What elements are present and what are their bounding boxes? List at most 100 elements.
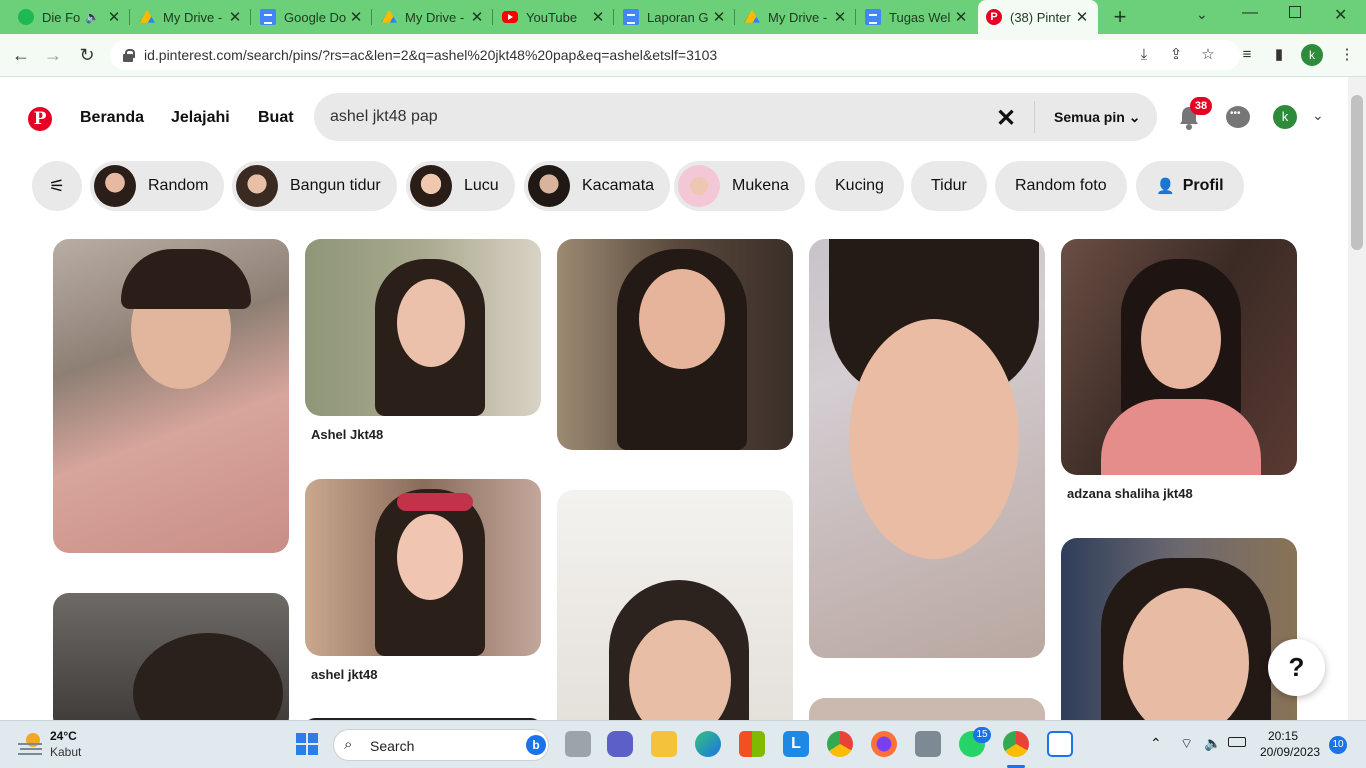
teams-chat-icon[interactable]: [607, 731, 633, 757]
pinterest-header: P Beranda Jelajahi Buat ashel jkt48 pap …: [0, 77, 1348, 161]
pin-caption[interactable]: adzana shaliha jkt48: [1067, 486, 1193, 501]
chrome-icon[interactable]: [827, 731, 853, 757]
new-tab-button[interactable]: +: [1108, 4, 1132, 30]
browser-profile-avatar[interactable]: k: [1301, 44, 1323, 66]
clock-date[interactable]: 20/09/2023: [1260, 745, 1320, 759]
pin-image[interactable]: [1061, 538, 1297, 738]
show-hidden-icons-icon[interactable]: ⌃: [1150, 735, 1162, 752]
weather-temperature[interactable]: 24°C: [50, 729, 77, 743]
pin-caption[interactable]: Ashel Jkt48: [311, 427, 383, 442]
clear-search-icon[interactable]: ✕: [996, 104, 1016, 133]
close-tab-icon[interactable]: ✕: [106, 8, 122, 26]
reload-icon[interactable]: ↻: [74, 42, 100, 68]
tab-my-drive-3[interactable]: My Drive - ✕: [736, 0, 856, 34]
account-chevron-down-icon[interactable]: ⌄: [1312, 107, 1324, 124]
pin-image[interactable]: [809, 239, 1045, 658]
pin-caption[interactable]: ashel jkt48: [311, 667, 378, 682]
search-input[interactable]: ashel jkt48 pap: [330, 108, 438, 126]
tab-my-drive-2[interactable]: My Drive - ✕: [373, 0, 493, 34]
pin-image[interactable]: [557, 239, 793, 450]
close-tab-icon[interactable]: ✕: [953, 8, 969, 26]
tab-my-drive[interactable]: My Drive - ✕: [131, 0, 251, 34]
close-window-icon[interactable]: ✕: [1334, 5, 1347, 25]
tab-spotify[interactable]: Die Fo 🔈 ✕: [10, 0, 130, 34]
edge-browser-icon[interactable]: [695, 731, 721, 757]
side-panel-icon[interactable]: ▮: [1268, 44, 1290, 66]
chip-kucing[interactable]: Kucing: [815, 161, 904, 211]
chip-random-foto[interactable]: Random foto: [995, 161, 1127, 211]
windows-start-icon[interactable]: [296, 733, 318, 755]
tab-pinterest-active[interactable]: P (38) Pinter ✕: [978, 0, 1098, 34]
chip-mukena[interactable]: Mukena: [674, 161, 805, 211]
page-scrollbar[interactable]: [1348, 77, 1366, 720]
lens-app-icon[interactable]: L: [783, 731, 809, 757]
chip-tidur[interactable]: Tidur: [911, 161, 987, 211]
search-scope-dropdown[interactable]: Semua pin ⌄: [1054, 109, 1140, 126]
google-docs-icon: [865, 9, 881, 25]
minimize-icon[interactable]: —: [1242, 4, 1258, 22]
address-bar[interactable]: id.pinterest.com/search/pins/?rs=ac&len=…: [110, 40, 1240, 70]
back-arrow-icon[interactable]: ←: [8, 42, 34, 68]
messages-icon[interactable]: [1226, 106, 1250, 128]
tab-laporan[interactable]: Laporan G ✕: [615, 0, 735, 34]
close-tab-icon[interactable]: ✕: [832, 8, 848, 26]
clock-time[interactable]: 20:15: [1268, 729, 1298, 743]
chip-random[interactable]: Random: [90, 161, 225, 211]
user-avatar[interactable]: k: [1273, 105, 1297, 129]
filter-sliders-icon[interactable]: ⚟: [32, 161, 82, 211]
close-tab-icon[interactable]: ✕: [348, 8, 364, 26]
pin-image[interactable]: [53, 593, 289, 733]
spotify-icon: [18, 9, 34, 25]
close-tab-icon[interactable]: ✕: [711, 8, 727, 26]
remote-desktop-icon[interactable]: [1047, 731, 1073, 757]
tab-tugas[interactable]: Tugas Wel ✕: [857, 0, 977, 34]
close-tab-icon[interactable]: ✕: [590, 8, 606, 26]
tab-search-icon[interactable]: ⌄: [1196, 6, 1208, 23]
weather-fog-icon[interactable]: [18, 733, 44, 755]
microsoft-store-icon[interactable]: [739, 731, 765, 757]
scrollbar-thumb[interactable]: [1351, 95, 1363, 250]
install-app-icon[interactable]: ⤓: [1133, 44, 1155, 66]
chip-lucu[interactable]: Lucu: [406, 161, 515, 211]
url-text: id.pinterest.com/search/pins/?rs=ac&len=…: [144, 47, 718, 63]
pin-image[interactable]: [305, 479, 541, 656]
tab-title: My Drive -: [163, 9, 223, 25]
nav-beranda[interactable]: Beranda: [80, 109, 144, 127]
firefox-icon[interactable]: [871, 731, 897, 757]
reading-list-icon[interactable]: ≡: [1236, 44, 1258, 66]
chip-bangun-tidur[interactable]: Bangun tidur: [232, 161, 397, 211]
pin-image[interactable]: [305, 239, 541, 416]
weather-description[interactable]: Kabut: [50, 745, 81, 759]
help-button[interactable]: ?: [1268, 639, 1325, 696]
nav-buat[interactable]: Buat: [258, 109, 294, 127]
taskbar-search-box[interactable]: ⌕ Search b: [333, 729, 549, 761]
close-tab-icon[interactable]: ✕: [227, 8, 243, 26]
battery-icon[interactable]: [1228, 737, 1246, 747]
share-icon[interactable]: ⇪: [1165, 44, 1187, 66]
restore-icon[interactable]: [1289, 6, 1301, 18]
pinterest-logo-icon[interactable]: P: [28, 107, 52, 131]
close-tab-icon[interactable]: ✕: [1074, 8, 1090, 26]
chip-kacamata[interactable]: Kacamata: [524, 161, 671, 211]
chip-thumbnail: [528, 165, 570, 207]
wifi-icon[interactable]: ⌔: [1180, 735, 1193, 753]
tab-google-docs[interactable]: Google Do ✕: [252, 0, 372, 34]
file-explorer-icon[interactable]: [651, 731, 677, 757]
tab-youtube[interactable]: YouTube ✕: [494, 0, 614, 34]
task-view-icon[interactable]: [565, 731, 591, 757]
forward-arrow-icon[interactable]: →: [40, 42, 66, 68]
notification-center-badge[interactable]: 10: [1329, 736, 1347, 754]
pin-image[interactable]: [557, 490, 793, 740]
bookmark-star-icon[interactable]: ☆: [1197, 44, 1219, 66]
nav-jelajahi[interactable]: Jelajahi: [171, 109, 230, 127]
search-bar[interactable]: ashel jkt48 pap ✕ Semua pin ⌄: [314, 93, 1157, 141]
close-tab-icon[interactable]: ✕: [469, 8, 485, 26]
volume-icon[interactable]: 🔈: [1204, 735, 1221, 752]
tab-title: Tugas Wel: [889, 9, 951, 25]
pin-image[interactable]: [1061, 239, 1297, 475]
chrome-profile-icon[interactable]: [1003, 731, 1029, 757]
more-menu-icon[interactable]: ⋮: [1336, 44, 1358, 66]
pin-image[interactable]: [53, 239, 289, 553]
camera-icon[interactable]: [915, 731, 941, 757]
chip-profil[interactable]: 👤 Profil: [1136, 161, 1244, 211]
